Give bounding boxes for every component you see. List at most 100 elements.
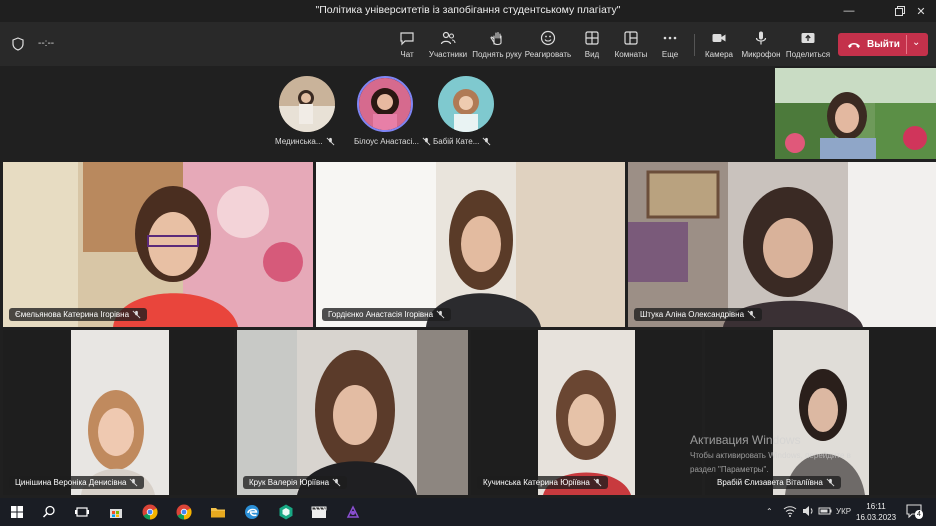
mic-off-icon — [593, 478, 602, 487]
tile-name-label: Кучинська Катерина Юріївна — [477, 476, 608, 489]
chat-label: Чат — [400, 50, 414, 59]
more-label: Еще — [661, 50, 679, 59]
participant-name: Бабій Кате... — [433, 137, 480, 146]
tile-name-label: Штука Аліна Олександрівна — [634, 308, 763, 321]
participant-avatar-name: Білоус Анастасі... — [354, 137, 431, 146]
chevron-up-icon[interactable]: ⌃ — [766, 507, 773, 516]
edge-icon[interactable] — [243, 503, 261, 521]
participant-avatar-speaking[interactable] — [357, 76, 413, 132]
participants-label: Участники — [428, 50, 468, 59]
watermark-title: Активация Windows — [690, 433, 801, 447]
rooms-label: Комнаты — [614, 50, 648, 59]
participants-button[interactable]: Участники — [426, 28, 470, 62]
tile-name-label: Ємельянова Катерина Ігорівна — [9, 308, 148, 321]
raise-hand-label: Поднять руку — [472, 50, 522, 59]
tile-name-label: Гордієнко Анастасія Ігорівна — [322, 308, 452, 321]
mic-off-icon — [422, 137, 431, 146]
chevron-down-icon[interactable]: ⌄ — [912, 37, 920, 48]
view-button[interactable]: Вид — [582, 28, 602, 62]
raise-hand-button[interactable]: Поднять руку — [472, 28, 522, 62]
video-tile[interactable]: Кучинська Катерина Юріївна — [471, 330, 702, 495]
tile-name-label: Врабій Єлизавета Віталіївна — [711, 476, 841, 489]
window-titlebar: "Політика університетів із запобігання с… — [0, 0, 936, 22]
keyboard-language[interactable]: УКР — [836, 507, 851, 516]
tile-name-label: Крук Валерія Юріївна — [243, 476, 348, 489]
task-view-icon[interactable] — [73, 503, 91, 521]
microphone-label: Микрофон — [741, 50, 781, 59]
camera-button[interactable]: Камера — [704, 28, 734, 62]
video-tile[interactable]: Гордієнко Анастасія Ігорівна — [316, 162, 625, 327]
mic-off-icon — [132, 310, 141, 319]
mic-off-icon — [747, 310, 756, 319]
notification-center-button[interactable]: 4 — [906, 504, 924, 520]
participant-name: Крук Валерія Юріївна — [249, 478, 330, 487]
grid-icon — [585, 31, 599, 45]
video-tile[interactable]: Штука Аліна Олександрівна — [628, 162, 936, 327]
hangup-icon — [848, 42, 860, 48]
more-button[interactable]: Еще — [659, 28, 681, 62]
mic-off-icon — [332, 478, 341, 487]
network-app-icon[interactable] — [344, 503, 362, 521]
participant-avatar-name: Бабій Кате... — [433, 137, 491, 146]
smiley-icon — [540, 30, 556, 46]
notification-count: 4 — [915, 510, 923, 519]
video-tile[interactable]: Цинішина Вероніка Денисівна — [3, 330, 234, 495]
meeting-timer: --:-- — [38, 38, 55, 49]
share-label: Поделиться — [785, 50, 831, 59]
watermark-line: раздел "Параметры". — [690, 465, 769, 474]
participant-name: Штука Аліна Олександрівна — [640, 310, 745, 319]
camera-icon — [712, 34, 726, 42]
chat-icon — [400, 32, 414, 46]
rooms-icon — [624, 31, 638, 45]
leave-button[interactable]: Выйти ⌄ — [838, 33, 928, 56]
rooms-button[interactable]: Комнаты — [614, 28, 648, 62]
mic-off-icon — [436, 310, 445, 319]
windows-start-icon[interactable] — [8, 503, 26, 521]
participant-name: Цинішина Вероніка Денисівна — [15, 478, 127, 487]
watermark-line: Чтобы активировать Windows, перейдите в — [690, 451, 851, 460]
chrome-icon[interactable] — [141, 503, 159, 521]
video-tile[interactable]: Крук Валерія Юріївна — [237, 330, 468, 495]
clock[interactable]: 16:11 16.03.2023 — [856, 501, 896, 523]
activation-watermark: Активация Windows Чтобы активировать Win… — [690, 433, 851, 475]
microphone-icon — [755, 31, 767, 45]
mic-off-icon — [826, 478, 835, 487]
participant-name: Гордієнко Анастасія Ігорівна — [328, 310, 434, 319]
clock-date: 16.03.2023 — [856, 513, 897, 522]
volume-icon[interactable] — [801, 504, 815, 518]
self-view-video[interactable] — [775, 68, 936, 159]
microphone-button[interactable]: Микрофон — [741, 28, 781, 62]
wifi-icon[interactable] — [783, 504, 797, 518]
view-label: Вид — [584, 50, 600, 59]
toolbar-divider — [694, 34, 695, 56]
react-label: Реагировать — [524, 50, 572, 59]
battery-icon[interactable] — [818, 504, 832, 518]
search-icon[interactable] — [40, 503, 58, 521]
react-button[interactable]: Реагировать — [524, 28, 572, 62]
file-explorer-icon[interactable] — [209, 503, 227, 521]
windows-taskbar: ⌃ УКР 16:11 16.03.2023 4 — [0, 498, 936, 526]
participant-avatar[interactable] — [438, 76, 494, 132]
mic-off-icon — [130, 478, 138, 487]
mic-off-icon — [482, 137, 491, 146]
participant-name: Мединська... — [275, 137, 323, 146]
clock-time: 16:11 — [866, 502, 886, 511]
minimize-icon[interactable]: — — [832, 0, 866, 22]
chat-button[interactable]: Чат — [396, 28, 418, 62]
participants-icon — [440, 31, 456, 45]
share-icon — [801, 33, 815, 43]
clapper-icon[interactable] — [310, 503, 328, 521]
camera-label: Камера — [705, 50, 733, 59]
close-icon[interactable]: ✕ — [904, 0, 936, 22]
share-button[interactable]: Поделиться — [785, 28, 831, 62]
app-hexagon-icon[interactable] — [277, 503, 295, 521]
participant-avatar-name: Мединська... — [275, 137, 335, 146]
participant-name: Ємельянова Катерина Ігорівна — [15, 310, 130, 319]
chrome-icon[interactable] — [175, 503, 193, 521]
store-icon[interactable] — [107, 503, 125, 521]
leave-label: Выйти — [867, 39, 900, 50]
shield-icon — [12, 37, 24, 51]
tile-name-label: Цинішина Вероніка Денисівна — [9, 476, 145, 489]
video-tile[interactable]: Ємельянова Катерина Ігорівна — [3, 162, 313, 327]
participant-avatar[interactable] — [279, 76, 335, 132]
